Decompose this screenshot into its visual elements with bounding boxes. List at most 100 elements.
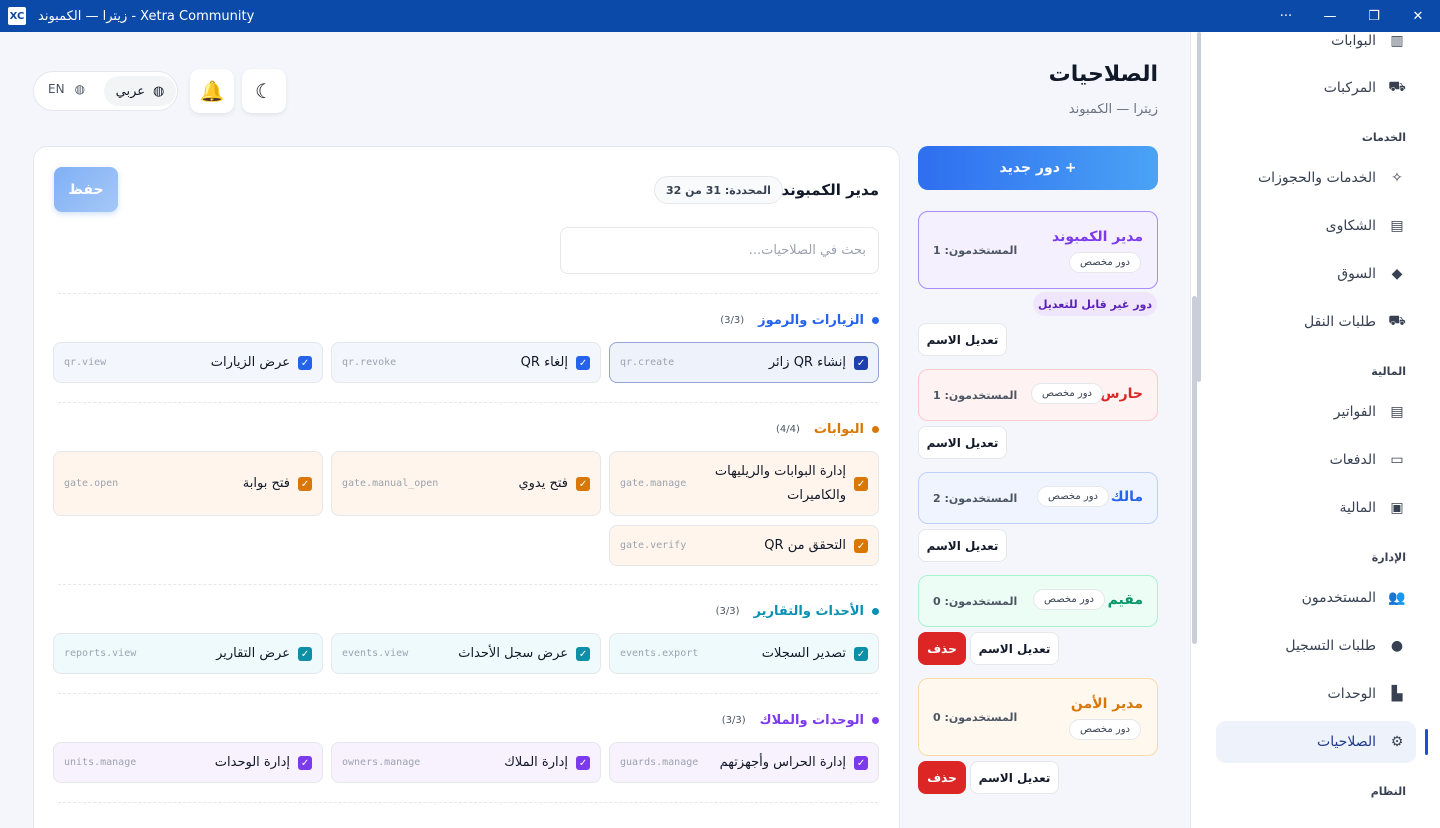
role-users: المستخدمون: 0 <box>933 711 1018 724</box>
rename-button[interactable]: تعديل الاسم <box>970 761 1059 794</box>
role-card-guard[interactable]: حارس دور مخصص المستخدمون: 1 <box>918 369 1158 421</box>
checkbox-checked-icon[interactable]: ✓ <box>854 756 868 770</box>
sidebar-item-moving[interactable]: ⛟ طلبات النقل <box>1216 301 1416 343</box>
checkbox-checked-icon[interactable]: ✓ <box>298 356 312 370</box>
permission-search-input[interactable] <box>560 227 879 274</box>
role-users: المستخدمون: 1 <box>933 244 1018 257</box>
section-finance: المالية <box>1371 365 1406 378</box>
sidebar-item-label: الخدمات والحجوزات <box>1258 170 1376 186</box>
rename-button[interactable]: تعديل الاسم <box>970 632 1059 665</box>
document-icon: ▤ <box>1390 218 1404 234</box>
perm-qr-view[interactable]: ✓ عرض الزيارات qr.view <box>53 342 323 383</box>
perm-gate-verify[interactable]: ✓ التحقق من QR gate.verify <box>609 525 879 566</box>
checkbox-checked-icon[interactable]: ✓ <box>576 477 590 491</box>
sidebar-item-market[interactable]: ◆ السوق <box>1216 253 1416 295</box>
sidebar-item-vehicles[interactable]: ⛟ المركبات <box>1216 67 1416 109</box>
role-name: حارس <box>1100 386 1143 402</box>
checkbox-checked-icon[interactable]: ✓ <box>854 539 868 553</box>
rename-button[interactable]: تعديل الاسم <box>918 529 1007 562</box>
checkbox-checked-icon[interactable]: ✓ <box>854 647 868 661</box>
sparkle-icon: ✧ <box>1391 170 1403 186</box>
sidebar-item-users[interactable]: 👥 المستخدمون <box>1216 577 1416 619</box>
permissions-panel: مدير الكمبوند المحددة: 31 من 32 حفظ الزي… <box>33 146 900 828</box>
minimize-button[interactable]: — <box>1308 0 1352 32</box>
rename-button[interactable]: تعديل الاسم <box>918 323 1007 356</box>
page-title: الصلاحيات <box>1048 62 1158 87</box>
moon-icon: ☾ <box>255 79 273 103</box>
window-controls: ··· — ❐ ✕ <box>1264 0 1440 32</box>
save-button[interactable]: حفظ <box>54 167 118 212</box>
sidebar-item-label: الشكاوى <box>1325 218 1376 234</box>
sidebar-item-label: السوق <box>1337 266 1376 282</box>
perm-qr-revoke[interactable]: ✓ إلغاء QR qr.revoke <box>331 342 601 383</box>
sidebar-item-finance[interactable]: ▣ المالية <box>1216 487 1416 529</box>
role-tag: دور مخصص <box>1068 719 1141 740</box>
sidebar-item-invoices[interactable]: ▤ الفواتير <box>1216 391 1416 433</box>
role-card-owner[interactable]: مالك دور مخصص المستخدمون: 2 <box>918 472 1158 524</box>
card-icon: ▭ <box>1390 452 1404 468</box>
lang-en-button[interactable]: EN ◍ <box>48 82 85 96</box>
role-card-security-manager[interactable]: مدير الأمن المستخدمون: 0 دور مخصص <box>918 678 1158 756</box>
sidebar-item-gates[interactable]: ▥ البوابات <box>1216 32 1416 62</box>
checkbox-checked-icon[interactable]: ✓ <box>298 647 312 661</box>
gate-icon: ▥ <box>1390 33 1404 49</box>
perm-reports-view[interactable]: ✓ عرض التقارير reports.view <box>53 633 323 674</box>
perm-qr-create[interactable]: ✓ إنشاء QR زائر qr.create <box>609 342 879 383</box>
theme-toggle-button[interactable]: ☾ <box>242 69 286 113</box>
page-subtitle: زيترا — الكمبوند <box>1068 102 1158 117</box>
sidebar-item-units[interactable]: ▙ الوحدات <box>1216 673 1416 715</box>
sidebar-item-services[interactable]: ✧ الخدمات والحجوزات <box>1216 157 1416 199</box>
sidebar-item-label: طلبات النقل <box>1304 314 1376 330</box>
truck-icon: ⛟ <box>1388 313 1406 329</box>
perm-gate-manage[interactable]: ✓ إدارة البوابات والريليهات والكاميرات g… <box>609 451 879 516</box>
sidebar-scrollbar[interactable] <box>1197 32 1201 828</box>
checkbox-checked-icon[interactable]: ✓ <box>854 356 868 370</box>
sidebar-item-payments[interactable]: ▭ الدفعات <box>1216 439 1416 481</box>
window-title: زيترا — الكمبوند - Xetra Community <box>38 8 255 24</box>
new-role-button[interactable]: + دور جديد <box>918 146 1158 190</box>
sidebar-item-label: الصلاحيات <box>1317 734 1376 750</box>
notifications-button[interactable]: 🔔 <box>190 69 234 113</box>
perm-guards-manage[interactable]: ✓ إدارة الحراس وأجهزتهم guards.manage <box>609 742 879 783</box>
perm-owners-manage[interactable]: ✓ إدارة الملاك owners.manage <box>331 742 601 783</box>
group-dot <box>872 717 879 724</box>
lang-ar-button[interactable]: عربي ◍ <box>104 76 176 106</box>
permission-icon: ⚙ <box>1390 734 1404 750</box>
perm-events-export[interactable]: ✓ تصدير السجلات events.export <box>609 633 879 674</box>
checkbox-checked-icon[interactable]: ✓ <box>854 477 868 491</box>
main-scrollbar[interactable] <box>1192 296 1197 644</box>
perm-gate-manual-open[interactable]: ✓ فتح يدوي gate.manual_open <box>331 451 601 516</box>
sidebar-item-permissions[interactable]: ⚙ الصلاحيات <box>1216 721 1428 763</box>
checkbox-checked-icon[interactable]: ✓ <box>576 356 590 370</box>
role-name: مالك <box>1110 489 1143 505</box>
building-icon: ▙ <box>1391 686 1403 702</box>
checkbox-checked-icon[interactable]: ✓ <box>576 647 590 661</box>
role-card-resident[interactable]: مقيم دور مخصص المستخدمون: 0 <box>918 575 1158 627</box>
checkbox-checked-icon[interactable]: ✓ <box>298 756 312 770</box>
group-dot <box>872 426 879 433</box>
perm-units-manage[interactable]: ✓ إدارة الوحدات units.manage <box>53 742 323 783</box>
maximize-button[interactable]: ❐ <box>1352 0 1396 32</box>
more-icon[interactable]: ··· <box>1264 0 1308 32</box>
sidebar-item-label: الفواتير <box>1333 404 1376 420</box>
section-admin: الإدارة <box>1371 551 1406 564</box>
perm-events-view[interactable]: ✓ عرض سجل الأحداث events.view <box>331 633 601 674</box>
sidebar-item-registrations[interactable]: ● طلبات التسجيل <box>1216 625 1416 667</box>
delete-button[interactable]: حذف <box>918 761 966 794</box>
rename-button[interactable]: تعديل الاسم <box>918 426 1007 459</box>
sidebar-item-label: طلبات التسجيل <box>1285 638 1376 654</box>
delete-button[interactable]: حذف <box>918 632 966 665</box>
checkbox-checked-icon[interactable]: ✓ <box>576 756 590 770</box>
sidebar-item-label: المستخدمون <box>1301 590 1376 606</box>
app-logo-icon: XC <box>8 7 26 25</box>
close-button[interactable]: ✕ <box>1396 0 1440 32</box>
role-tag: دور مخصص <box>1068 252 1141 273</box>
checkbox-checked-icon[interactable]: ✓ <box>298 477 312 491</box>
role-name: مدير الكمبوند <box>1051 229 1143 245</box>
perm-gate-open[interactable]: ✓ فتح بوابة gate.open <box>53 451 323 516</box>
selected-role-title: مدير الكمبوند <box>781 181 879 199</box>
sidebar-item-complaints[interactable]: ▤ الشكاوى <box>1216 205 1416 247</box>
group-dot <box>872 317 879 324</box>
role-card-compound-manager[interactable]: مدير الكمبوند المستخدمون: 1 دور مخصص <box>918 211 1158 289</box>
group-events: الأحداث والتقارير (3/3) <box>716 604 879 619</box>
